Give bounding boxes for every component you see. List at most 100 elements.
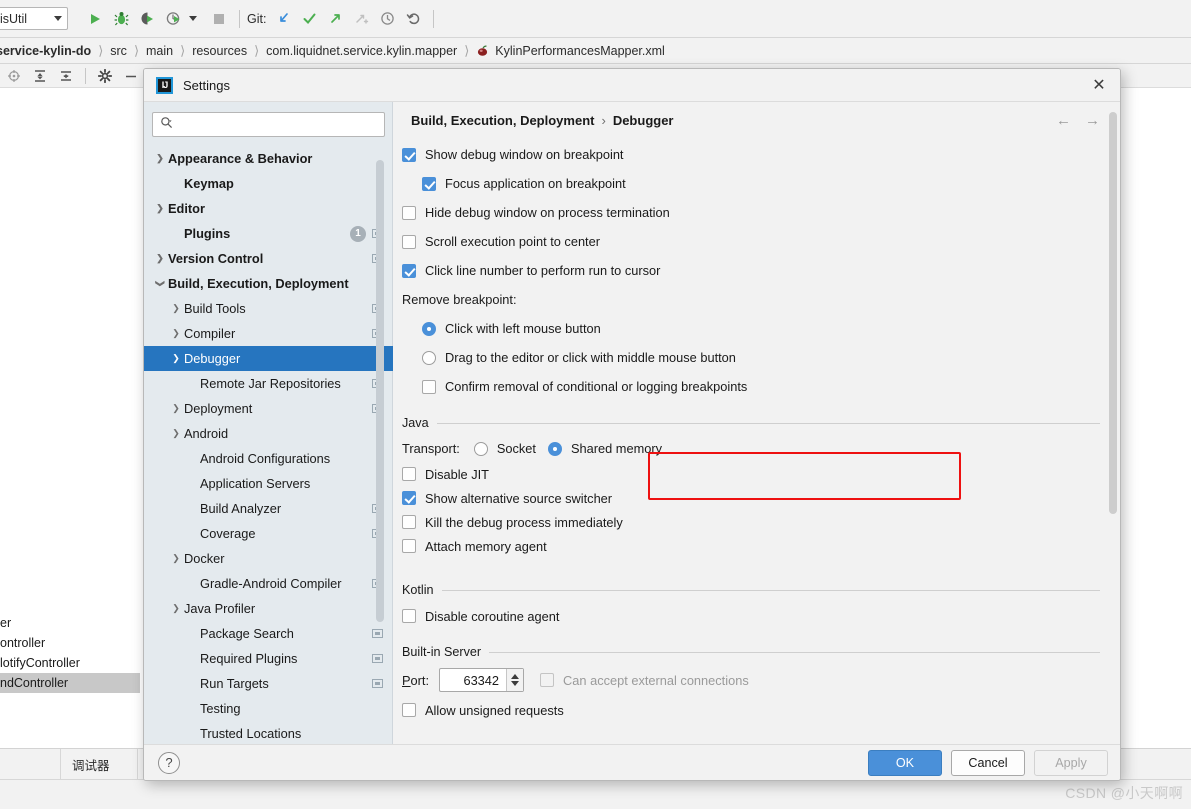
option-scroll-execution-point[interactable]: Scroll execution point to center: [393, 227, 1120, 256]
breadcrumb-item-file[interactable]: KylinPerformancesMapper.xml: [493, 44, 667, 58]
chevron-down-icon[interactable]: [511, 681, 520, 686]
sidebar-item-plugins[interactable]: Plugins 1: [144, 221, 393, 246]
chevron-right-icon[interactable]: ❯: [168, 553, 184, 564]
chevron-right-icon[interactable]: ❯: [168, 603, 184, 614]
sidebar-item-remote-jar-repositories[interactable]: Remote Jar Repositories: [144, 371, 393, 396]
checkbox-allow-unsigned-requests[interactable]: [402, 703, 416, 717]
port-input[interactable]: 63342: [440, 669, 506, 691]
sidebar-item-keymap[interactable]: Keymap: [144, 171, 393, 196]
sidebar-item-trusted-locations[interactable]: Trusted Locations: [144, 721, 393, 746]
option-focus-application[interactable]: Focus application on breakpoint: [393, 169, 1120, 198]
sidebar-item-build-tools[interactable]: ❯ Build Tools: [144, 296, 393, 321]
profile-dropdown-icon[interactable]: [186, 6, 200, 32]
checkbox-click-line-number[interactable]: [402, 263, 416, 278]
git-commit-icon[interactable]: [296, 6, 322, 32]
breadcrumb-item-package[interactable]: com.liquidnet.service.kylin.mapper: [264, 44, 459, 58]
sidebar-item-package-search[interactable]: Package Search: [144, 621, 393, 646]
checkbox-disable-jit[interactable]: [402, 467, 416, 481]
checkbox-confirm-removal[interactable]: [422, 379, 436, 394]
run-configuration-selector[interactable]: disUtil: [0, 7, 68, 30]
option-kill-debug-process[interactable]: Kill the debug process immediately: [393, 510, 1120, 534]
sidebar-item-gradle-android-compiler[interactable]: Gradle-Android Compiler: [144, 571, 393, 596]
profile-icon[interactable]: [160, 6, 186, 32]
sidebar-item-build-analyzer[interactable]: Build Analyzer: [144, 496, 393, 521]
chevron-right-icon[interactable]: ❯: [168, 328, 184, 339]
apply-button[interactable]: Apply: [1034, 749, 1108, 776]
option-click-line-number[interactable]: Click line number to perform run to curs…: [393, 256, 1120, 285]
tab-debugger[interactable]: 调试器: [72, 755, 110, 774]
search-input[interactable]: [177, 116, 367, 133]
sidebar-item-run-targets[interactable]: Run Targets: [144, 671, 393, 696]
sidebar-item-compiler[interactable]: ❯ Compiler: [144, 321, 393, 346]
option-remove-drag[interactable]: Drag to the editor or click with middle …: [393, 343, 1120, 372]
settings-gear-icon[interactable]: [93, 65, 117, 87]
option-transport-shared-memory[interactable]: Shared memory: [547, 441, 662, 456]
sidebar-item-debugger[interactable]: ❯ Debugger: [144, 346, 393, 371]
close-icon[interactable]: ✕: [1086, 72, 1112, 98]
option-hide-debug-window[interactable]: Hide debug window on process termination: [393, 198, 1120, 227]
checkbox-focus-application[interactable]: [422, 176, 436, 191]
sidebar-item-android-configurations[interactable]: Android Configurations: [144, 446, 393, 471]
search-box[interactable]: [152, 112, 385, 137]
sidebar-item-java-profiler[interactable]: ❯ Java Profiler: [144, 596, 393, 621]
option-confirm-removal[interactable]: Confirm removal of conditional or loggin…: [393, 372, 1120, 401]
breadcrumb-item-module[interactable]: service-kylin-do: [0, 44, 93, 58]
radio-transport-shared-memory[interactable]: [547, 441, 562, 456]
radio-remove-left-click[interactable]: [422, 321, 436, 336]
checkbox-show-debug-window[interactable]: [402, 147, 416, 162]
git-history-icon[interactable]: [374, 6, 400, 32]
stepper-arrows[interactable]: [506, 669, 524, 691]
expand-all-icon[interactable]: [28, 65, 52, 87]
sidebar-item-testing[interactable]: Testing: [144, 696, 393, 721]
debug-icon[interactable]: [108, 6, 134, 32]
chevron-right-icon[interactable]: ❯: [152, 153, 168, 164]
option-transport-socket[interactable]: Socket: [473, 441, 536, 456]
sidebar-item-version-control[interactable]: ❯ Version Control: [144, 246, 393, 271]
checkbox-disable-coroutine-agent[interactable]: [402, 609, 416, 623]
breadcrumb-item-resources[interactable]: resources: [190, 44, 249, 58]
locate-icon[interactable]: [2, 65, 26, 87]
option-show-alternative-source-switcher[interactable]: Show alternative source switcher: [393, 486, 1120, 510]
sidebar-item-docker[interactable]: ❯ Docker: [144, 546, 393, 571]
help-icon[interactable]: ?: [158, 751, 180, 774]
chevron-up-icon[interactable]: [511, 674, 520, 679]
chevron-right-icon[interactable]: ❯: [168, 303, 184, 314]
arrow-right-icon[interactable]: →: [1085, 112, 1100, 129]
quantity-stepper[interactable]: 63342: [439, 668, 525, 692]
checkbox-kill-debug-process[interactable]: [402, 515, 416, 529]
sidebar-item-appearance-behavior[interactable]: ❯ Appearance & Behavior: [144, 146, 393, 171]
sidebar-item-application-servers[interactable]: Application Servers: [144, 471, 393, 496]
sidebar-scrollbar[interactable]: [376, 160, 384, 622]
sidebar-item-editor[interactable]: ❯ Editor: [144, 196, 393, 221]
option-show-debug-window[interactable]: Show debug window on breakpoint: [393, 140, 1120, 169]
chevron-right-icon[interactable]: ❯: [152, 253, 168, 264]
option-allow-unsigned-requests[interactable]: Allow unsigned requests: [393, 696, 1120, 724]
breadcrumb-item-main[interactable]: main: [144, 44, 175, 58]
collapse-all-icon[interactable]: [54, 65, 78, 87]
checkbox-hide-debug-window[interactable]: [402, 205, 416, 220]
sidebar-item-build-execution-deployment[interactable]: ❯ Build, Execution, Deployment: [144, 271, 393, 296]
sidebar-item-coverage[interactable]: Coverage: [144, 521, 393, 546]
hide-icon[interactable]: [119, 65, 143, 87]
sidebar-item-android[interactable]: ❯ Android: [144, 421, 393, 446]
sidebar-item-required-plugins[interactable]: Required Plugins: [144, 646, 393, 671]
chevron-right-icon[interactable]: ❯: [152, 203, 168, 214]
chevron-right-icon[interactable]: ❯: [168, 403, 184, 414]
git-rollback-icon[interactable]: [400, 6, 426, 32]
option-attach-memory-agent[interactable]: Attach memory agent: [393, 534, 1120, 558]
chevron-right-icon[interactable]: ❯: [168, 353, 184, 364]
chevron-down-icon[interactable]: ❯: [155, 276, 166, 292]
arrow-left-icon[interactable]: ←: [1056, 112, 1071, 129]
checkbox-attach-memory-agent[interactable]: [402, 539, 416, 553]
option-disable-jit[interactable]: Disable JIT: [393, 462, 1120, 486]
radio-remove-drag[interactable]: [422, 350, 436, 365]
sidebar-item-deployment[interactable]: ❯ Deployment: [144, 396, 393, 421]
git-update-icon[interactable]: [270, 6, 296, 32]
chevron-right-icon[interactable]: ❯: [168, 428, 184, 439]
radio-transport-socket[interactable]: [473, 441, 488, 456]
cancel-button[interactable]: Cancel: [951, 749, 1025, 776]
content-scrollbar[interactable]: [1109, 112, 1117, 514]
option-remove-left-click[interactable]: Click with left mouse button: [393, 314, 1120, 343]
run-icon[interactable]: [82, 6, 108, 32]
checkbox-show-alternative-source-switcher[interactable]: [402, 491, 416, 505]
